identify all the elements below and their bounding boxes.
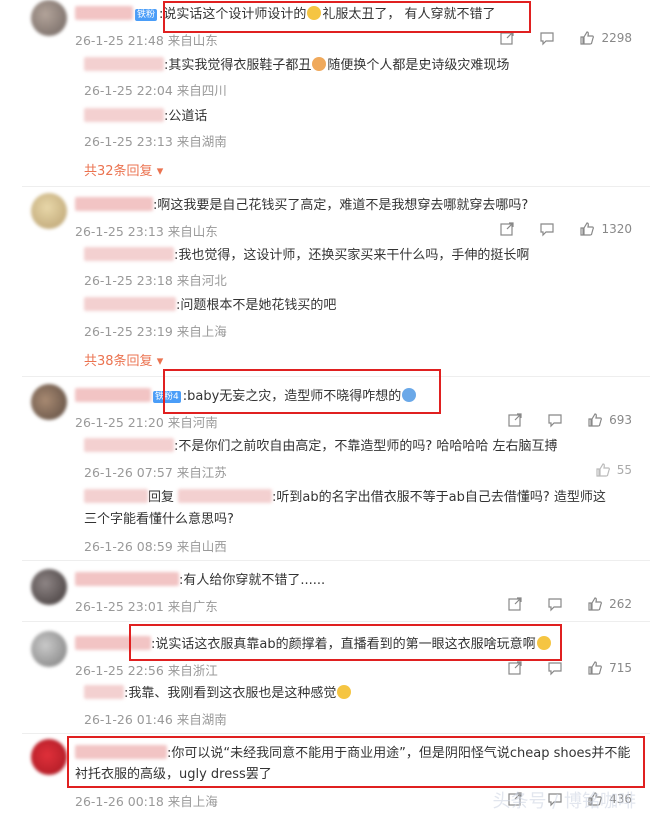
share-icon[interactable] [507, 596, 523, 612]
username[interactable] [84, 685, 124, 699]
reply-text: :不是你们之前吹自由高定，不靠造型师的吗? 哈哈哈哈 左右脑互搏 [84, 438, 558, 456]
username[interactable] [84, 247, 174, 261]
highlight-box [163, 1, 531, 33]
username[interactable] [75, 6, 133, 20]
comment-text: :啊这我要是自己花钱买了高定，难道不是我想穿去哪就穿去哪吗? [75, 197, 528, 215]
comment-icon[interactable] [547, 660, 563, 676]
avatar[interactable] [31, 384, 67, 420]
comment-meta: 26-1-25 23:01 来自广东 [75, 599, 218, 614]
share-icon[interactable] [507, 660, 523, 676]
avatar[interactable] [31, 193, 67, 229]
highlight-box [67, 736, 645, 788]
divider [22, 621, 650, 622]
comment-text: :有人给你穿就不错了...... [75, 572, 325, 590]
fan-badge: 铁粉 [135, 9, 158, 21]
reply-target-username[interactable] [178, 489, 273, 503]
dropdown-caret-icon: ▾ [156, 354, 164, 369]
username[interactable] [75, 197, 153, 211]
comment-meta: 26-1-25 23:13 来自山东 [75, 224, 218, 239]
comment-icon[interactable] [547, 596, 563, 612]
comment-meta: 26-1-25 22:56 来自浙江 [75, 663, 218, 678]
comment-icon[interactable] [539, 221, 555, 237]
avatar[interactable] [31, 569, 67, 605]
avatar[interactable] [31, 631, 67, 667]
like-count: 262 [609, 597, 632, 611]
highlight-box [163, 369, 441, 414]
avatar[interactable] [31, 0, 67, 36]
comment-actions: 262 [483, 596, 632, 612]
highlight-box [129, 624, 562, 661]
username[interactable] [84, 297, 176, 311]
reply-meta: 26-1-26 08:59 来自山西 [84, 539, 227, 554]
reply-text: 回复:听到ab的名字出借衣服不等于ab自己去借懂吗? 造型师这 [84, 489, 606, 507]
like-count: 1320 [601, 222, 632, 236]
like-icon[interactable] [579, 30, 595, 46]
like-count: 2298 [601, 31, 632, 45]
like-icon[interactable] [587, 596, 603, 612]
reply-meta: 26-1-25 23:19 来自上海 [84, 324, 227, 339]
username[interactable] [75, 388, 151, 402]
reply-text: :其实我觉得衣服鞋子都丑 随便换个人都是史诗级灾难现场 [84, 57, 509, 75]
reply-text-continued: 三个字能看懂什么意思吗? [84, 512, 234, 527]
reply-meta: 26-1-26 01:46 来自湖南 [84, 712, 227, 727]
username[interactable] [84, 438, 174, 452]
reply-meta: 26-1-25 23:13 来自湖南 [84, 134, 227, 149]
like-icon[interactable] [579, 221, 595, 237]
reply-meta: 26-1-25 22:04 来自四川 [84, 83, 227, 98]
emoji-icon [337, 685, 352, 699]
username[interactable] [84, 57, 164, 71]
watermark: 头条号 / 博铭咖啡 [492, 791, 636, 812]
like-count: 715 [609, 661, 632, 675]
emoji-icon [312, 57, 327, 71]
like-icon[interactable] [595, 462, 611, 478]
comment-meta: 26-1-26 00:18 来自上海 [75, 794, 218, 809]
divider [22, 186, 650, 187]
like-count: 693 [609, 413, 632, 427]
comment-actions: 715 [483, 660, 632, 676]
share-icon[interactable] [499, 221, 515, 237]
comment-icon[interactable] [547, 412, 563, 428]
reply-text: :我也觉得，这设计师，还换买家买来干什么吗，手伸的挺长啊 [84, 247, 529, 265]
reply-actions: 55 [571, 462, 632, 478]
comment-meta: 26-1-25 21:20 来自河南 [75, 415, 218, 430]
comment-actions: 1320 [475, 221, 632, 237]
comment-actions: 693 [483, 412, 632, 428]
dropdown-caret-icon: ▾ [156, 164, 164, 179]
more-replies-link[interactable]: 共32条回复 ▾ [84, 160, 163, 179]
username[interactable] [84, 108, 164, 122]
reply-meta: 26-1-26 07:57 来自江苏 [84, 465, 227, 480]
reply-text: :我靠、我刚看到这衣服也是这种感觉 [84, 685, 352, 703]
comment-icon[interactable] [539, 30, 555, 46]
avatar[interactable] [31, 739, 67, 775]
like-count: 55 [616, 463, 632, 477]
reply-meta: 26-1-25 23:18 来自河北 [84, 273, 227, 288]
share-icon[interactable] [507, 412, 523, 428]
reply-text: :公道话 [84, 108, 207, 126]
like-icon[interactable] [587, 412, 603, 428]
username[interactable] [84, 489, 148, 503]
username[interactable] [75, 572, 179, 586]
divider [22, 560, 650, 561]
like-icon[interactable] [587, 660, 603, 676]
more-replies-link[interactable]: 共38条回复 ▾ [84, 350, 163, 369]
reply-text: :问题根本不是她花钱买的吧 [84, 297, 336, 315]
divider [22, 733, 650, 734]
